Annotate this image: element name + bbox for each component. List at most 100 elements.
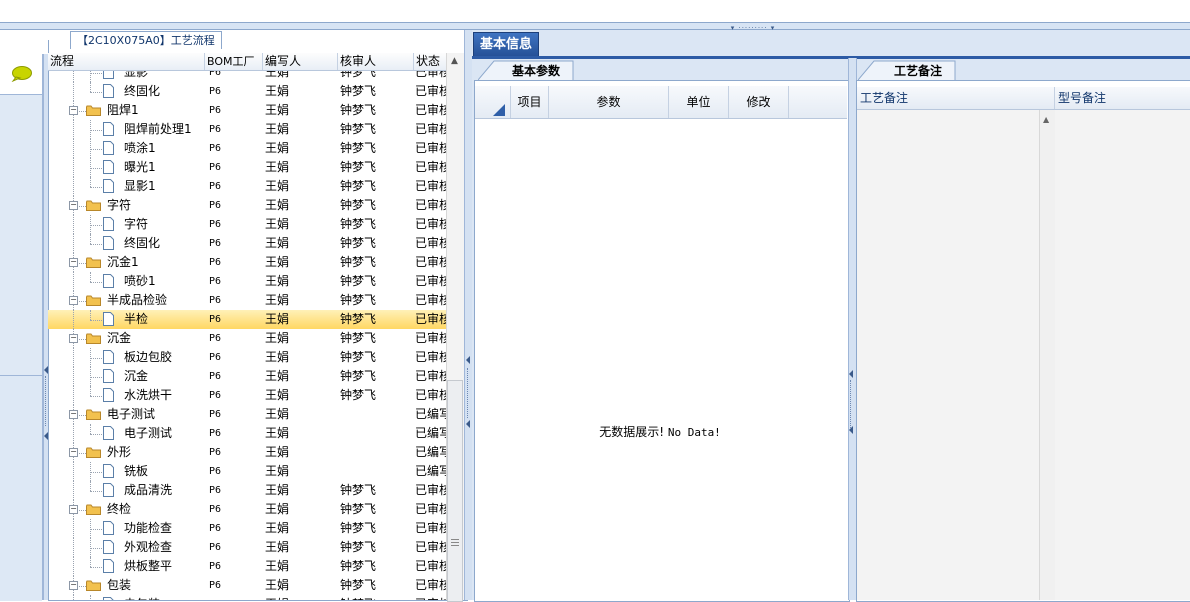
speech-bubble-icon[interactable] xyxy=(10,66,32,82)
tree-node-label[interactable]: 显影 xyxy=(124,71,204,82)
tree-row[interactable]: 水洗烘干 P6 王娟 钟梦飞 已审核 xyxy=(48,386,446,405)
tree-node-label[interactable]: 喷涂1 xyxy=(124,139,204,158)
tree-row[interactable]: 板边包胶 P6 王娟 钟梦飞 已审核 xyxy=(48,348,446,367)
collapse-node-icon[interactable]: − xyxy=(69,505,78,514)
tree-node-label[interactable]: 水洗烘干 xyxy=(124,386,204,405)
tree-node-label[interactable]: 包装 xyxy=(107,576,202,595)
tree-row[interactable]: 终固化 P6 王娟 钟梦飞 已审核 xyxy=(48,82,446,101)
tree-node-label[interactable]: 功能检查 xyxy=(124,519,204,538)
column-header-unit[interactable]: 单位 xyxy=(669,86,729,118)
collapse-node-icon[interactable]: − xyxy=(69,106,78,115)
collapse-left-icon[interactable] xyxy=(466,356,470,364)
tree-row[interactable]: 显影1 P6 王娟 钟梦飞 已审核 xyxy=(48,177,446,196)
tree-row[interactable]: − 沉金 P6 王娟 钟梦飞 已审核 xyxy=(48,329,446,348)
tree-row[interactable]: 曝光1 P6 王娟 钟梦飞 已审核 xyxy=(48,158,446,177)
tree-node-label[interactable]: 字符 xyxy=(107,196,202,215)
tree-row[interactable]: 电子测试 P6 王娟 已编写 xyxy=(48,424,446,443)
collapse-node-icon[interactable]: − xyxy=(69,201,78,210)
reviewer-cell: 钟梦飞 xyxy=(340,369,377,383)
tree-row[interactable]: 电包装P6王娟钟梦飞已审核 xyxy=(48,595,446,600)
process-note-textarea[interactable] xyxy=(857,110,1039,600)
splitter-grip[interactable] xyxy=(467,368,471,418)
tree-row[interactable]: 沉金 P6 王娟 钟梦飞 已审核 xyxy=(48,367,446,386)
tree-node-label[interactable]: 烘板整平 xyxy=(124,557,204,576)
collapse-node-icon[interactable]: − xyxy=(69,334,78,343)
tree-node-label[interactable]: 外观检查 xyxy=(124,538,204,557)
tree-node-label[interactable]: 沉金 xyxy=(124,367,204,386)
collapse-left-icon[interactable] xyxy=(849,370,853,378)
column-header-param[interactable]: 参数 xyxy=(549,86,669,118)
collapse-node-icon[interactable]: − xyxy=(69,448,78,457)
tree-line xyxy=(73,538,74,557)
tab-basic-info[interactable]: 基本信息 xyxy=(473,32,539,57)
column-header-item[interactable]: 项目 xyxy=(511,86,549,118)
tree-row[interactable]: − 阻焊1 P6 王娟 钟梦飞 已审核 xyxy=(48,101,446,120)
tree-row[interactable]: − 沉金1 P6 王娟 钟梦飞 已审核 xyxy=(48,253,446,272)
tree-line xyxy=(73,234,74,253)
tree-row[interactable]: − 字符 P6 王娟 钟梦飞 已审核 xyxy=(48,196,446,215)
column-header-writer[interactable]: 编写人 xyxy=(263,53,338,70)
collapse-node-icon[interactable]: − xyxy=(69,410,78,419)
tree-node-label[interactable]: 电子测试 xyxy=(107,405,202,424)
tree-node-label[interactable]: 外形 xyxy=(107,443,202,462)
tree-node-label[interactable]: 终固化 xyxy=(124,234,204,253)
tree-node-label[interactable]: 电子测试 xyxy=(124,424,204,443)
tree-row[interactable]: − 终检 P6 王娟 钟梦飞 已审核 xyxy=(48,500,446,519)
column-header-bom[interactable]: BOM工厂 xyxy=(205,53,263,70)
tree-row[interactable]: 外观检查 P6 王娟 钟梦飞 已审核 xyxy=(48,538,446,557)
tree-node-label[interactable]: 成品清洗 xyxy=(124,481,204,500)
tree-line xyxy=(90,386,91,396)
tree-row[interactable]: 成品清洗 P6 王娟 钟梦飞 已审核 xyxy=(48,481,446,500)
tree-row[interactable]: 功能检查 P6 王娟 钟梦飞 已审核 xyxy=(48,519,446,538)
tree-row[interactable]: 阻焊前处理1 P6 王娟 钟梦飞 已审核 xyxy=(48,120,446,139)
top-splitter[interactable] xyxy=(0,22,1190,30)
tree-node-label[interactable]: 半检 xyxy=(124,310,204,329)
tree-row[interactable]: 字符 P6 王娟 钟梦飞 已审核 xyxy=(48,215,446,234)
tree-row[interactable]: 终固化 P6 王娟 钟梦飞 已审核 xyxy=(48,234,446,253)
collapse-left-icon[interactable] xyxy=(466,420,470,428)
model-note-textarea[interactable] xyxy=(1055,110,1190,600)
tree-row[interactable]: 半检 P6 王娟 钟梦飞 已审核 xyxy=(48,310,446,329)
tree-node-label[interactable]: 终固化 xyxy=(124,82,204,101)
tree-node-label[interactable]: 沉金1 xyxy=(107,253,202,272)
scroll-up-icon[interactable]: ▲ xyxy=(446,53,463,70)
tree-row[interactable]: − 包装 P6 王娟 钟梦飞 已审核 xyxy=(48,576,446,595)
splitter-grip[interactable] xyxy=(850,380,854,430)
tree-node-label[interactable]: 字符 xyxy=(124,215,204,234)
tree-scrollbar-thumb[interactable] xyxy=(447,380,463,602)
tree-row[interactable]: 烘板整平 P6 王娟 钟梦飞 已审核 xyxy=(48,557,446,576)
tree-row[interactable]: 铣板 P6 王娟 已编写 xyxy=(48,462,446,481)
tree-node-label[interactable]: 电包装 xyxy=(124,595,204,600)
tree-row[interactable]: 喷砂1 P6 王娟 钟梦飞 已审核 xyxy=(48,272,446,291)
notes-scrollbar[interactable]: ▲ xyxy=(1039,110,1056,600)
column-header-edit[interactable]: 修改 xyxy=(729,86,789,118)
status-cell: 已审核 xyxy=(415,293,446,307)
tab-basic-params[interactable]: 基本参数 xyxy=(478,60,574,80)
tree-row[interactable]: − 半成品检验 P6 王娟 钟梦飞 已审核 xyxy=(48,291,446,310)
tree-row[interactable]: 喷涂1 P6 王娟 钟梦飞 已审核 xyxy=(48,139,446,158)
tree-node-label[interactable]: 显影1 xyxy=(124,177,204,196)
column-header-reviewer[interactable]: 核审人 xyxy=(338,53,414,70)
scroll-up-icon[interactable]: ▲ xyxy=(1043,115,1049,124)
collapse-node-icon[interactable]: − xyxy=(69,296,78,305)
tree-row[interactable]: − 电子测试 P6 王娟 已编写 xyxy=(48,405,446,424)
tree-node-label[interactable]: 板边包胶 xyxy=(124,348,204,367)
tree-row[interactable]: 显影 P6 王娟 钟梦飞 已审核 xyxy=(48,71,446,82)
collapse-node-icon[interactable]: − xyxy=(69,258,78,267)
collapse-node-icon[interactable]: − xyxy=(69,581,78,590)
collapse-left-icon[interactable] xyxy=(849,426,853,434)
tree-node-label[interactable]: 阻焊前处理1 xyxy=(124,120,204,139)
column-header-process-note[interactable]: 工艺备注 xyxy=(857,87,1055,109)
tree-node-label[interactable]: 铣板 xyxy=(124,462,204,481)
tree-node-label[interactable]: 阻焊1 xyxy=(107,101,202,120)
tree-node-label[interactable]: 喷砂1 xyxy=(124,272,204,291)
tree-node-label[interactable]: 半成品检验 xyxy=(107,291,202,310)
tree-node-label[interactable]: 曝光1 xyxy=(124,158,204,177)
tree-node-label[interactable]: 沉金 xyxy=(107,329,202,348)
column-header-model-note[interactable]: 型号备注 xyxy=(1055,87,1190,109)
column-header-process[interactable]: 流程 xyxy=(48,53,205,70)
tree-row[interactable]: − 外形 P6 王娟 已编写 xyxy=(48,443,446,462)
tree-node-label[interactable]: 终检 xyxy=(107,500,202,519)
tab-process-notes[interactable]: 工艺备注 xyxy=(858,60,956,80)
status-cell: 已审核 xyxy=(415,369,446,383)
